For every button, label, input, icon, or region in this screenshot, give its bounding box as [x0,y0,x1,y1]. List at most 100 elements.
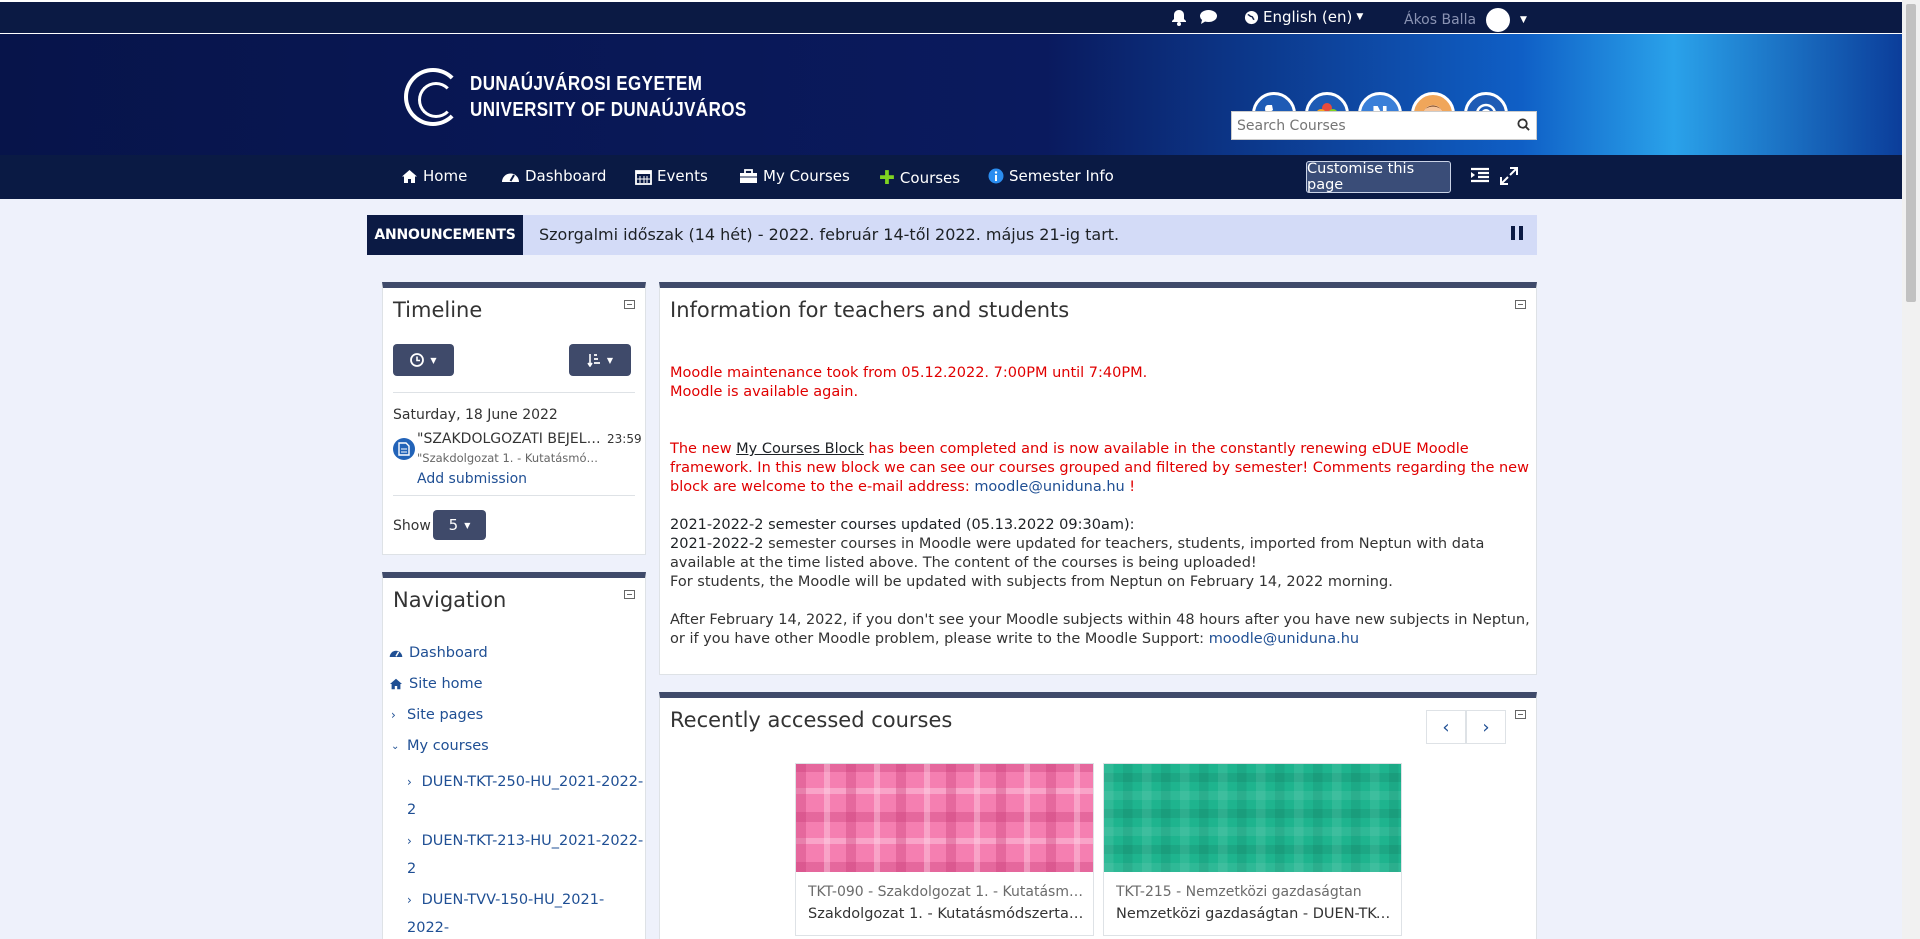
new-block-prefix: The new [670,441,737,457]
recent-courses-block: Recently accessed courses ‹ › TKT-090 - … [659,692,1537,939]
divider [393,495,635,496]
course-card[interactable]: TKT-215 - Nemzetközi gazdaságtan Nemzetk… [1103,763,1402,936]
chat-icon[interactable] [1199,9,1218,29]
dashboard-icon [502,173,519,182]
pause-icon[interactable] [1511,225,1523,244]
collapse-icon[interactable] [1515,300,1526,309]
course-1-label-cont: 2 [407,802,417,818]
nav-block-site-pages-label: Site pages [407,707,484,723]
university-logo[interactable]: DUNAÚJVÁROSI EGYETEM UNIVERSITY OF DUNAÚ… [404,68,796,126]
update-text: 2021-2022-2 semester courses in Moodle w… [670,535,1530,573]
info-title: Information for teachers and students [670,298,1070,322]
update-bold: 2021-2022-2 [670,536,764,552]
support-notice: After February 14, 2022, if you don't se… [670,611,1530,649]
logo-line-1: DUNAÚJVÁROSI EGYETEM [470,73,703,95]
recent-title: Recently accessed courses [670,708,953,732]
info-block: Information for teachers and students Mo… [659,282,1537,675]
customise-page-button[interactable]: Customise this page [1306,161,1451,193]
course-2-label: DUEN-TKT-213-HU_2021-2022- [421,833,644,849]
chevron-down-icon: ▼ [430,355,437,365]
nav-block-course-2[interactable]: › DUEN-TKT-213-HU_2021-2022- 2 [407,827,643,883]
chevron-down-icon: ▼ [464,520,471,530]
block-drawer-icon[interactable] [1470,167,1490,188]
timeline-event-title[interactable]: "SZAKDOLGOZATI BEJELENTÉS" [417,431,603,447]
announcement-text[interactable]: Szorgalmi időszak (14 hét) - 2022. febru… [539,225,1119,244]
navigation-title: Navigation [393,588,507,612]
fullscreen-icon[interactable] [1500,167,1518,190]
language-menu[interactable]: English (en) ▼ [1244,8,1363,26]
scrollbar-thumb[interactable] [1906,4,1916,302]
timeline-sort-button[interactable]: ▼ [569,344,631,376]
user-menu[interactable]: Ákos Balla ▼ [1404,8,1527,32]
page-scrollbar[interactable] [1902,0,1920,939]
site-header: DUNAÚJVÁROSI EGYETEM UNIVERSITY OF DUNAÚ… [0,34,1902,155]
course-3-label: DUEN-TVV-150-HU_2021-2022- [407,892,605,936]
nav-courses-label: Courses [899,169,961,187]
navigation-block: Navigation Dashboard Site home › Site pa… [382,572,646,939]
nav-block-site-home[interactable]: Site home [389,676,483,692]
nav-block-course-1[interactable]: › DUEN-TKT-250-HU_2021-2022- 2 [407,768,643,824]
course-category: TKT-215 - Nemzetközi gazdaságtan [1116,884,1362,900]
show-count-value: 5 [448,516,459,534]
sort-icon [587,354,600,367]
collapse-icon[interactable] [624,300,635,309]
support-email-link[interactable]: moodle@uniduna.hu [974,479,1124,495]
course-card[interactable]: TKT-090 - Szakdolgozat 1. - Kutatásmódsz… [795,763,1094,936]
nav-home[interactable]: Home [401,167,467,185]
nav-dashboard-label: Dashboard [525,167,607,185]
collapse-icon[interactable] [624,590,635,599]
chevron-right-icon: › [407,834,412,848]
course-search [1231,111,1537,140]
my-courses-block-link[interactable]: My Courses Block [736,441,864,457]
nav-home-label: Home [423,167,468,185]
nav-courses[interactable]: ✚ Courses [879,167,960,189]
course-name: Nemzetközi gazdaságtan - DUEN-TKT-213-HU [1116,906,1392,922]
chevron-right-icon: › [407,893,412,907]
clock-icon [410,353,425,367]
calendar-icon [635,169,652,185]
nav-block-site-pages[interactable]: › Site pages [391,707,483,723]
logo-line-2: UNIVERSITY OF DUNAÚJVÁROS [470,99,747,121]
search-icon[interactable] [1510,117,1536,135]
main-nav: Home Dashboard Events My Courses ✚ Cours… [0,155,1902,199]
search-input[interactable] [1232,117,1510,134]
nav-semester-info[interactable]: Semester Info [988,167,1114,185]
announcement-label: ANNOUNCEMENTS [367,215,523,255]
support-email-link-2[interactable]: moodle@uniduna.hu [1209,631,1359,647]
nav-dashboard[interactable]: Dashboard [501,167,606,185]
chevron-down-icon: ▼ [1356,12,1364,22]
announcement-bar: ANNOUNCEMENTS Szorgalmi időszak (14 hét)… [367,215,1537,255]
language-label: English (en) [1263,8,1353,26]
logo-mark-icon [404,68,462,126]
info-icon [988,168,1004,184]
chevron-left-icon[interactable]: ‹ [1426,710,1466,744]
update-rest: semester courses in Moodle were updated … [670,536,1485,571]
nav-my-courses[interactable]: My Courses [739,167,850,185]
nav-block-dashboard[interactable]: Dashboard [389,645,488,661]
timeline-filter-button[interactable]: ▼ [393,344,454,376]
bell-icon[interactable] [1171,9,1187,30]
collapse-icon[interactable] [1515,710,1526,719]
timeline-date: Saturday, 18 June 2022 [393,407,558,423]
course-2-label-cont: 2 [407,861,417,877]
chevron-right-icon[interactable]: › [1466,710,1506,744]
timeline-event-course: "Szakdolgozat 1. - Kutatásmódszertan" [417,451,603,465]
divider [393,392,635,393]
nav-events-label: Events [657,167,708,185]
show-count-select[interactable]: 5 ▼ [433,510,486,540]
nav-block-site-home-label: Site home [409,676,483,692]
dashboard-icon [389,650,403,658]
course-image [1104,764,1401,872]
nav-block-course-3[interactable]: › DUEN-TVV-150-HU_2021-2022- 1 [407,886,645,939]
add-submission-link[interactable]: Add submission [417,471,527,487]
nav-events[interactable]: Events [635,167,708,185]
user-name: Ákos Balla [1404,12,1477,28]
avatar [1486,8,1511,32]
chevron-down-icon: ▼ [606,355,614,365]
update-students: For students, the Moodle will be updated… [670,574,1393,590]
nav-block-my-courses[interactable]: ⌄ My courses [391,738,489,754]
course-1-label: DUEN-TKT-250-HU_2021-2022- [421,774,644,790]
course-category: TKT-090 - Szakdolgozat 1. - Kutatásmódsz… [808,884,1084,900]
info-content: Moodle maintenance took from 05.12.2022.… [670,364,1530,649]
support-text: After February 14, 2022, if you don't se… [670,612,1530,647]
